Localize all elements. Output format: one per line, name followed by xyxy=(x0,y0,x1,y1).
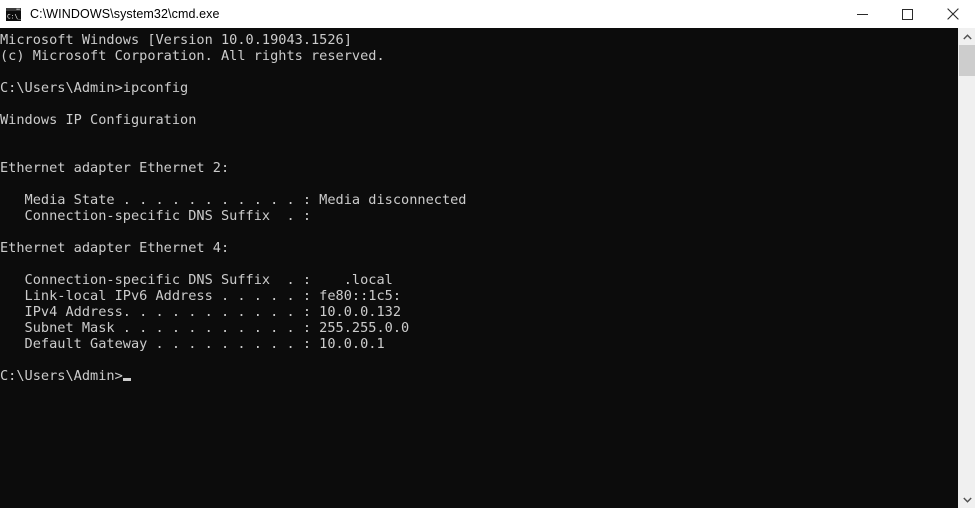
window-title: C:\WINDOWS\system32\cmd.exe xyxy=(30,7,220,21)
scrollbar-track[interactable] xyxy=(959,45,975,491)
minimize-button[interactable] xyxy=(840,0,885,28)
cmd-window: C:\_ C:\WINDOWS\system32\cmd.exe Microso… xyxy=(0,0,975,508)
vertical-scrollbar[interactable] xyxy=(958,28,975,508)
scroll-up-button[interactable] xyxy=(959,28,975,45)
maximize-button[interactable] xyxy=(885,0,930,28)
terminal-area: Microsoft Windows [Version 10.0.19043.15… xyxy=(0,28,975,508)
title-bar[interactable]: C:\_ C:\WINDOWS\system32\cmd.exe xyxy=(0,0,975,28)
scroll-down-button[interactable] xyxy=(959,491,975,508)
window-controls xyxy=(840,0,975,28)
console-text: Microsoft Windows [Version 10.0.19043.15… xyxy=(0,32,467,384)
svg-text:C:\_: C:\_ xyxy=(7,13,22,20)
scrollbar-thumb[interactable] xyxy=(959,45,975,76)
title-bar-left: C:\_ C:\WINDOWS\system32\cmd.exe xyxy=(0,0,840,28)
close-button[interactable] xyxy=(930,0,975,28)
console-output-area[interactable]: Microsoft Windows [Version 10.0.19043.15… xyxy=(0,28,958,508)
cmd-icon: C:\_ xyxy=(5,6,22,22)
terminal-cursor xyxy=(122,378,131,381)
